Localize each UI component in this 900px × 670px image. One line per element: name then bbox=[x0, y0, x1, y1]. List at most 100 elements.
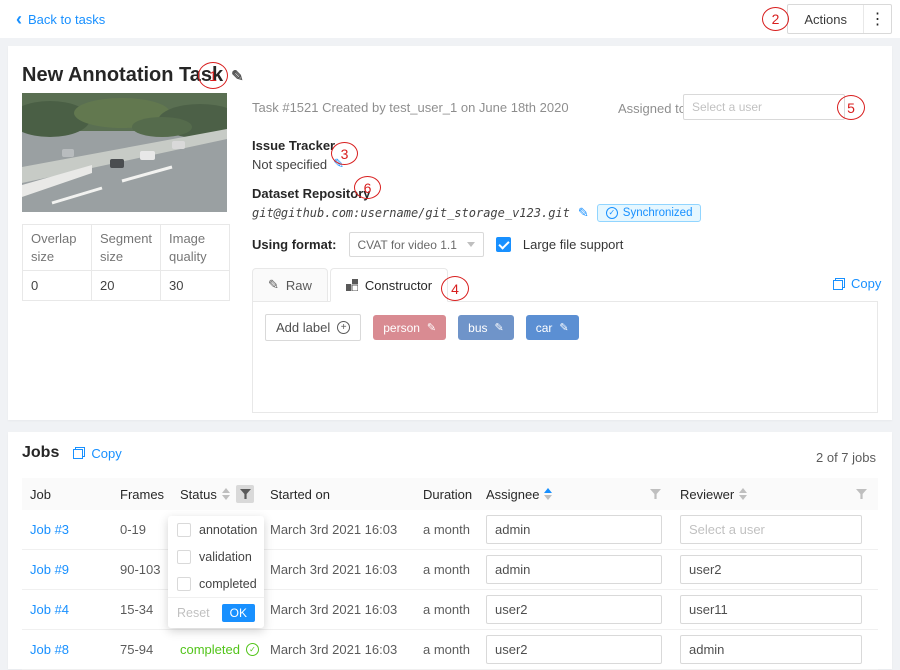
duration-value: a month bbox=[423, 562, 470, 577]
jobs-card: Jobs Copy 2 of 7 jobs Job Frames Status bbox=[8, 432, 892, 669]
jobs-count: 2 of 7 jobs bbox=[816, 450, 876, 465]
assignee-input[interactable] bbox=[486, 555, 662, 584]
column-reviewer-label: Reviewer bbox=[680, 487, 734, 502]
edit-label-icon[interactable]: ✎ bbox=[495, 321, 504, 334]
started-value: March 3rd 2021 16:03 bbox=[270, 522, 397, 537]
large-file-checkbox[interactable] bbox=[496, 237, 511, 252]
issue-tracker-value-row: Not specified ✎ bbox=[252, 156, 344, 172]
filter-option-validation[interactable]: validation bbox=[168, 543, 264, 570]
labels-copy-button[interactable]: Copy bbox=[833, 276, 881, 291]
status-filter-icon[interactable] bbox=[236, 485, 254, 503]
jobs-title: Jobs bbox=[22, 444, 59, 462]
labels-copy-label: Copy bbox=[851, 276, 881, 291]
column-started-label: Started on bbox=[270, 487, 330, 502]
job-link[interactable]: Job #8 bbox=[30, 642, 69, 657]
constructor-icon bbox=[346, 279, 358, 291]
edit-label-icon[interactable]: ✎ bbox=[559, 321, 568, 334]
assignee-sort-control[interactable] bbox=[544, 488, 552, 500]
actions-button[interactable]: Actions bbox=[788, 5, 863, 33]
reviewer-input[interactable] bbox=[680, 555, 862, 584]
actions-menu-dots-icon[interactable]: ⋮ bbox=[863, 5, 891, 33]
checkbox-unchecked[interactable] bbox=[177, 550, 191, 564]
column-job-label: Job bbox=[30, 487, 51, 502]
annotation-circle-5: 5 bbox=[837, 95, 865, 120]
task-parameters-table: Overlap size Segment size Image quality … bbox=[22, 224, 230, 301]
job-link[interactable]: Job #4 bbox=[30, 602, 69, 617]
jobs-copy-button[interactable]: Copy bbox=[73, 446, 121, 461]
edit-repository-icon[interactable]: ✎ bbox=[578, 205, 589, 221]
assignee-filter-icon[interactable] bbox=[646, 485, 664, 503]
format-select[interactable]: CVAT for video 1.1 bbox=[349, 232, 484, 257]
filter-reset-button[interactable]: Reset bbox=[177, 606, 210, 620]
annotation-circle-6: 6 bbox=[354, 176, 381, 199]
job-link[interactable]: Job #3 bbox=[30, 522, 69, 537]
param-header-segment: Segment size bbox=[92, 225, 161, 271]
annotation-circle-4: 4 bbox=[441, 276, 469, 301]
jobs-table: Job Frames Status Started on Duration bbox=[22, 478, 878, 670]
annotation-circle-1: 1 bbox=[198, 62, 228, 89]
tab-raw[interactable]: ✎ Raw bbox=[252, 268, 328, 302]
sync-status-badge[interactable]: ✓ Synchronized bbox=[597, 204, 702, 222]
status-filter-dropdown: annotation validation completed Reset OK bbox=[168, 516, 264, 628]
job-link[interactable]: Job #9 bbox=[30, 562, 69, 577]
reviewer-sort-control[interactable] bbox=[739, 488, 747, 500]
copy-icon bbox=[73, 447, 85, 459]
add-label-button[interactable]: Add label + bbox=[265, 314, 361, 341]
label-chip-person[interactable]: person ✎ bbox=[373, 315, 446, 340]
task-detail-card: New Annotation Task ✎ Overlap size Segme… bbox=[8, 46, 892, 420]
status-sort-control[interactable] bbox=[222, 488, 230, 500]
sort-up-icon bbox=[739, 488, 747, 493]
started-value: March 3rd 2021 16:03 bbox=[270, 562, 397, 577]
checkbox-unchecked[interactable] bbox=[177, 577, 191, 591]
jobs-table-header: Job Frames Status Started on Duration bbox=[22, 478, 878, 510]
sort-up-icon bbox=[544, 488, 552, 493]
column-duration-label: Duration bbox=[423, 487, 472, 502]
tab-raw-label: Raw bbox=[286, 278, 312, 293]
sort-down-icon bbox=[739, 495, 747, 500]
table-row: Job #4 15-34 March 3rd 2021 16:03 a mont… bbox=[22, 590, 878, 630]
back-to-tasks-link[interactable]: ‹ Back to tasks bbox=[16, 0, 105, 38]
table-row: Job #3 0-19 March 3rd 2021 16:03 a month bbox=[22, 510, 878, 550]
label-editor-tabs: ✎ Raw Constructor bbox=[252, 268, 450, 302]
dataset-repository-label: Dataset Repository bbox=[252, 186, 370, 201]
param-header-quality: Image quality bbox=[161, 225, 230, 271]
sort-down-icon bbox=[544, 495, 552, 500]
reviewer-input[interactable] bbox=[680, 595, 862, 624]
frames-value: 90-103 bbox=[120, 562, 160, 577]
duration-value: a month bbox=[423, 602, 470, 617]
filter-option-label: annotation bbox=[199, 523, 257, 537]
label-chip-bus[interactable]: bus ✎ bbox=[458, 315, 514, 340]
filter-option-completed[interactable]: completed bbox=[168, 570, 264, 597]
frames-value: 15-34 bbox=[120, 602, 153, 617]
copy-icon bbox=[833, 278, 845, 290]
duration-value: a month bbox=[423, 522, 470, 537]
filter-option-label: completed bbox=[199, 577, 257, 591]
chevron-down-icon bbox=[467, 242, 475, 247]
labels-constructor-panel: Add label + person ✎ bus ✎ car ✎ bbox=[252, 301, 878, 413]
issue-tracker-label: Issue Tracker bbox=[252, 138, 335, 153]
edit-title-icon[interactable]: ✎ bbox=[231, 67, 244, 85]
assignee-input[interactable] bbox=[486, 595, 662, 624]
filter-option-annotation[interactable]: annotation bbox=[168, 516, 264, 543]
label-chip-bus-name: bus bbox=[468, 321, 487, 335]
assignee-input[interactable] bbox=[486, 515, 662, 544]
reviewer-input[interactable] bbox=[680, 635, 862, 664]
edit-label-icon[interactable]: ✎ bbox=[427, 321, 436, 334]
tab-constructor[interactable]: Constructor bbox=[330, 268, 448, 302]
label-chip-car[interactable]: car ✎ bbox=[526, 315, 579, 340]
reviewer-filter-icon[interactable] bbox=[852, 485, 870, 503]
assignee-input[interactable] bbox=[486, 635, 662, 664]
assigned-to-input[interactable] bbox=[683, 94, 845, 120]
started-value: March 3rd 2021 16:03 bbox=[270, 602, 397, 617]
checkbox-unchecked[interactable] bbox=[177, 523, 191, 537]
plus-circle-icon: + bbox=[337, 321, 350, 334]
column-assignee: Assignee bbox=[478, 478, 672, 510]
column-status-label: Status bbox=[180, 487, 217, 502]
repository-url[interactable]: git@github.com:username/git_storage_v123… bbox=[252, 206, 570, 220]
param-value-quality: 30 bbox=[161, 271, 230, 301]
sync-badge-label: Synchronized bbox=[623, 207, 693, 219]
filter-ok-button[interactable]: OK bbox=[222, 604, 255, 622]
reviewer-input[interactable] bbox=[680, 515, 862, 544]
pencil-icon: ✎ bbox=[268, 277, 279, 293]
param-value-overlap: 0 bbox=[23, 271, 92, 301]
